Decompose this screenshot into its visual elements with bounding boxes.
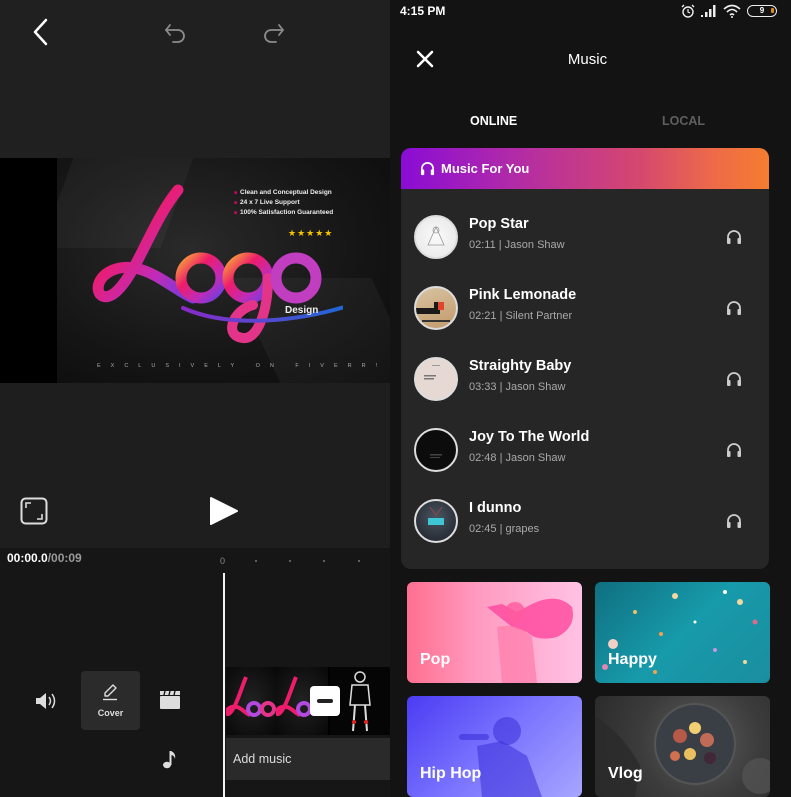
album-art — [414, 215, 458, 259]
track-item[interactable]: I dunno 02:45 | grapes — [401, 499, 769, 569]
headphones-icon[interactable] — [726, 300, 742, 316]
clip-trim-handle[interactable] — [310, 686, 340, 716]
genre-card-happy[interactable]: Happy — [595, 582, 770, 683]
ruler-tick — [323, 560, 325, 562]
track-meta: 02:21 | Silent Partner — [469, 310, 573, 322]
add-music-label: Add music — [233, 752, 292, 766]
album-art — [414, 428, 458, 472]
editor-toolbar — [0, 0, 390, 158]
track-meta: 02:48 | Jason Shaw — [469, 452, 566, 464]
track-title: Pink Lemonade — [469, 287, 577, 303]
play-icon[interactable] — [208, 495, 240, 527]
video-preview[interactable]: Clean and Conceptual Design 24 x 7 Live … — [0, 158, 390, 383]
ruler-tick — [289, 560, 291, 562]
section-header: Music For You — [401, 148, 769, 189]
headphones-icon[interactable] — [726, 229, 742, 245]
ruler-tick — [255, 560, 257, 562]
headphones-icon[interactable] — [726, 371, 742, 387]
total-time: /00:09 — [47, 551, 82, 565]
redo-icon[interactable] — [262, 22, 286, 44]
video-editor-panel: Clean and Conceptual Design 24 x 7 Live … — [0, 0, 390, 797]
tab-online[interactable]: ONLINE — [470, 114, 517, 128]
music-panel: 4:15 PM 9 Music ONLINE LOCAL Music For Y… — [390, 0, 791, 797]
fullscreen-icon[interactable] — [20, 497, 48, 525]
album-art — [414, 357, 458, 401]
ruler-tick — [358, 560, 360, 562]
volume-icon[interactable] — [34, 690, 58, 712]
logo-subtext: Design — [285, 305, 319, 316]
preview-tagline: EXCLUSIVELY ON FIVERR! — [97, 363, 388, 369]
clapperboard-icon[interactable] — [159, 690, 181, 710]
signal-icon — [701, 5, 716, 17]
track-meta: 02:45 | grapes — [469, 523, 540, 535]
track-title: Joy To The World — [469, 429, 590, 445]
cover-button[interactable]: Cover — [81, 671, 140, 730]
preview-image: Clean and Conceptual Design 24 x 7 Live … — [57, 158, 390, 383]
genre-card-vlog[interactable]: Vlog — [595, 696, 770, 797]
headphones-icon[interactable] — [726, 513, 742, 529]
tab-local[interactable]: LOCAL — [662, 114, 705, 128]
track-item[interactable]: Pink Lemonade 02:21 | Silent Partner — [401, 286, 769, 356]
playhead[interactable] — [223, 573, 225, 797]
status-time: 4:15 PM — [400, 4, 446, 18]
current-time: 00:00.0 — [7, 551, 48, 565]
album-art — [414, 286, 458, 330]
clip-thumbnail — [226, 667, 276, 735]
music-for-you-card: Music For You Pop Star 02:11 | Jason Sha… — [401, 148, 769, 569]
headphones-icon[interactable] — [726, 442, 742, 458]
music-note-icon[interactable] — [162, 749, 178, 769]
wifi-icon — [723, 4, 741, 18]
genre-label: Pop — [420, 651, 451, 668]
track-item[interactable]: Straighty Baby 03:33 | Jason Shaw — [401, 357, 769, 427]
headphones-icon — [420, 162, 435, 176]
genre-card-hip-hop[interactable]: Hip Hop — [407, 696, 582, 797]
ruler-label: 0 — [220, 556, 226, 566]
track-item[interactable]: Joy To The World 02:48 | Jason Shaw — [401, 428, 769, 498]
genre-label: Vlog — [608, 765, 643, 782]
page-title: Music — [567, 51, 608, 68]
preview-controls-area — [0, 383, 390, 548]
track-meta: 02:11 | Jason Shaw — [469, 239, 565, 251]
track-item[interactable]: Pop Star 02:11 | Jason Shaw — [401, 215, 769, 285]
album-art — [414, 499, 458, 543]
genre-card-pop[interactable]: Pop — [407, 582, 582, 683]
alarm-icon — [681, 4, 695, 18]
add-music-track[interactable]: Add music — [226, 738, 390, 780]
section-title: Music For You — [441, 161, 530, 176]
track-title: Pop Star — [469, 216, 529, 232]
track-meta: 03:33 | Jason Shaw — [469, 381, 566, 393]
track-title: I dunno — [469, 500, 522, 516]
track-title: Straighty Baby — [469, 358, 572, 374]
status-icons: 9 — [681, 3, 777, 19]
logo-artwork — [92, 184, 343, 343]
back-icon[interactable] — [30, 18, 52, 46]
genre-label: Happy — [608, 651, 657, 668]
undo-icon[interactable] — [163, 22, 187, 44]
battery-indicator: 9 — [747, 5, 777, 17]
genre-label: Hip Hop — [420, 765, 482, 782]
pencil-icon — [103, 684, 117, 701]
video-clip[interactable] — [226, 667, 390, 735]
playback-time: 00:00.0/00:09 — [7, 551, 82, 565]
cover-label: Cover — [97, 708, 124, 718]
